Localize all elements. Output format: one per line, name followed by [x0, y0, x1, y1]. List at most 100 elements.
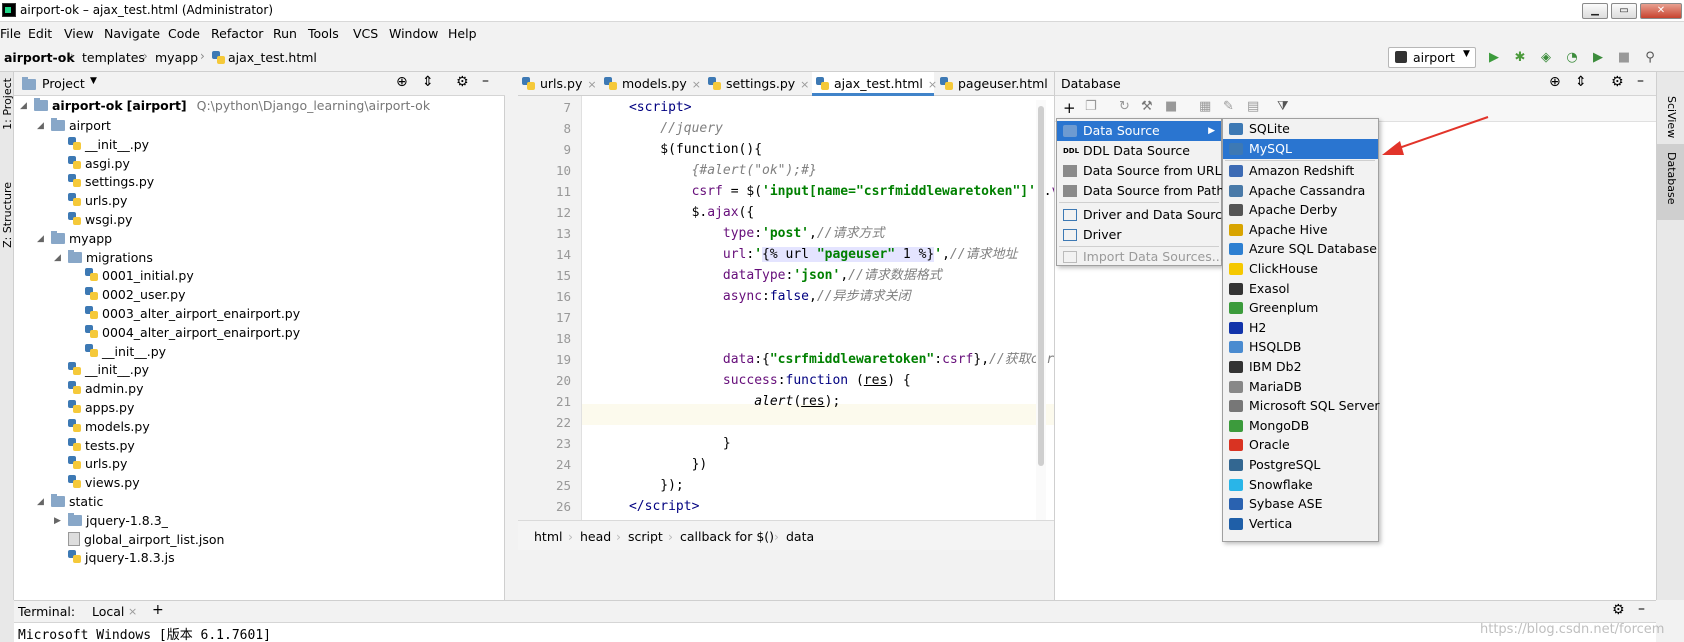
hide-panel-icon[interactable]: –: [1637, 73, 1644, 89]
locate-icon[interactable]: ⊕: [396, 74, 408, 90]
stop-icon[interactable]: ■: [1616, 50, 1632, 66]
submenu-item-greenplum[interactable]: Greenplum: [1223, 298, 1378, 318]
structure-tool-tab[interactable]: Z: Structure: [1, 182, 14, 248]
menu-refactor[interactable]: Refactor: [211, 26, 263, 41]
submenu-item-azure-sql-database[interactable]: Azure SQL Database: [1223, 239, 1378, 259]
filter-icon[interactable]: ⧩: [1277, 99, 1289, 114]
locate-icon[interactable]: ⊕: [1549, 74, 1561, 90]
close-tab-icon[interactable]: ×: [692, 78, 701, 91]
tree-item[interactable]: asgi.py: [54, 154, 130, 174]
tree-item[interactable]: ◢ migrations: [54, 248, 153, 268]
menu-item-driver-and-data-source[interactable]: Driver and Data Source: [1057, 205, 1230, 225]
submenu-item-apache-cassandra[interactable]: Apache Cassandra: [1223, 181, 1378, 201]
tree-item[interactable]: global_airport_list.json: [54, 530, 224, 550]
submenu-item-clickhouse[interactable]: ClickHouse: [1223, 259, 1378, 279]
menu-item-driver[interactable]: Driver: [1057, 225, 1221, 245]
menu-help[interactable]: Help: [448, 26, 477, 41]
tree-item[interactable]: __init__.py: [71, 342, 166, 362]
close-button[interactable]: ✕: [1640, 3, 1682, 19]
tree-item[interactable]: ◢ myapp: [37, 229, 112, 249]
run-configuration-select[interactable]: airport ▼: [1388, 47, 1476, 68]
menu-run[interactable]: Run: [273, 26, 297, 41]
profile-icon[interactable]: ◔: [1564, 50, 1580, 66]
tree-item[interactable]: 0004_alter_airport_enairport.py: [71, 323, 300, 343]
submenu-item-vertica[interactable]: Vertica: [1223, 514, 1378, 534]
menu-navigate[interactable]: Navigate: [104, 26, 160, 41]
tree-item[interactable]: admin.py: [54, 379, 143, 399]
menu-code[interactable]: Code: [168, 26, 200, 41]
breadcrumb-myapp[interactable]: myapp: [155, 50, 198, 65]
search-everywhere-icon[interactable]: ⚲: [1642, 50, 1658, 66]
submenu-item-ibm-db2[interactable]: IBM Db2: [1223, 357, 1378, 377]
console-icon[interactable]: ▤: [1247, 99, 1259, 114]
tab-models-py[interactable]: models.py ×: [600, 72, 704, 96]
tree-item[interactable]: wsgi.py: [54, 210, 132, 230]
submenu-item-exasol[interactable]: Exasol: [1223, 279, 1378, 299]
tree-item[interactable]: models.py: [54, 417, 150, 437]
editor-crumb-script[interactable]: script: [628, 529, 663, 544]
tree-item[interactable]: __init__.py: [54, 360, 149, 380]
tree-item[interactable]: ◢ airport: [37, 116, 111, 136]
expanded-arrow-icon[interactable]: ◢: [37, 492, 44, 512]
sciview-tool-tab[interactable]: SciView: [1665, 96, 1678, 138]
add-icon[interactable]: +: [1063, 99, 1076, 117]
tree-item[interactable]: views.py: [54, 473, 140, 493]
project-panel-title[interactable]: Project: [42, 76, 85, 91]
copy-icon[interactable]: ❐: [1085, 99, 1097, 114]
tree-item[interactable]: jquery-1.8.3.js: [54, 548, 175, 568]
menu-vcs[interactable]: VCS: [353, 26, 378, 41]
database-tool-tab[interactable]: Database: [1665, 152, 1678, 205]
expanded-arrow-icon[interactable]: ◢: [37, 229, 44, 249]
editor-crumb-html[interactable]: html: [534, 529, 562, 544]
close-tab-icon[interactable]: ×: [800, 78, 809, 91]
submenu-item-mysql[interactable]: MySQL: [1223, 139, 1378, 159]
debug-icon[interactable]: ✱: [1512, 50, 1528, 66]
table-icon[interactable]: ▦: [1199, 99, 1211, 114]
submenu-item-sqlite[interactable]: SQLite: [1223, 119, 1378, 139]
menu-edit[interactable]: Edit: [28, 26, 52, 41]
edit-icon[interactable]: ✎: [1223, 99, 1234, 114]
menu-item-data-source-url[interactable]: Data Source from URL: [1057, 161, 1222, 181]
collapsed-arrow-icon[interactable]: ▶: [54, 511, 61, 531]
submenu-item-snowflake[interactable]: Snowflake: [1223, 475, 1378, 495]
menu-tools[interactable]: Tools: [308, 26, 339, 41]
menu-window[interactable]: Window: [389, 26, 438, 41]
menu-item-data-source[interactable]: Data Source ▶: [1057, 121, 1221, 141]
menu-item-data-source-path[interactable]: Data Source from Path: [1057, 181, 1224, 201]
submenu-item-mariadb[interactable]: MariaDB: [1223, 377, 1378, 397]
hide-panel-icon[interactable]: –: [1638, 601, 1645, 617]
tab-pageuser-html[interactable]: pageuser.html×: [936, 72, 1062, 96]
tree-item[interactable]: 0001_initial.py: [71, 266, 194, 286]
submenu-item-apache-hive[interactable]: Apache Hive: [1223, 220, 1378, 240]
chevron-down-icon[interactable]: ▼: [90, 76, 97, 86]
close-tab-icon[interactable]: ×: [587, 78, 596, 91]
tree-item[interactable]: __init__.py: [54, 135, 149, 155]
expanded-arrow-icon[interactable]: ◢: [54, 248, 61, 268]
terminal-output[interactable]: Microsoft Windows [版本 6.1.7601]: [18, 624, 271, 642]
tree-item[interactable]: settings.py: [54, 172, 154, 192]
tree-item[interactable]: 0003_alter_airport_enairport.py: [71, 304, 300, 324]
breadcrumb-templates[interactable]: templates: [82, 50, 145, 65]
hide-panel-icon[interactable]: –: [482, 73, 489, 89]
collapse-all-icon[interactable]: ⇕: [1575, 74, 1587, 90]
tab-ajax-test-html[interactable]: ajax_test.html ×: [812, 72, 937, 96]
submenu-item-microsoft-sql-server[interactable]: Microsoft SQL Server: [1223, 396, 1380, 416]
collapse-all-icon[interactable]: ⇕: [422, 74, 434, 90]
menu-file[interactable]: File: [0, 26, 21, 41]
tab-urls-py[interactable]: urls.py ×: [518, 72, 600, 96]
tree-item[interactable]: ▶ jquery-1.8.3_: [54, 511, 168, 531]
breadcrumb-file[interactable]: ajax_test.html: [228, 50, 317, 65]
gear-icon[interactable]: ⚙: [1612, 602, 1625, 618]
new-terminal-icon[interactable]: +: [152, 602, 164, 618]
expanded-arrow-icon[interactable]: ◢: [37, 116, 44, 136]
tab-settings-py[interactable]: settings.py ×: [704, 72, 812, 96]
project-tool-tab[interactable]: 1: Project: [1, 78, 14, 130]
tree-item[interactable]: urls.py: [54, 191, 127, 211]
tree-item[interactable]: ◢ static: [37, 492, 103, 512]
submenu-item-apache-derby[interactable]: Apache Derby: [1223, 200, 1378, 220]
tree-item[interactable]: tests.py: [54, 436, 135, 456]
maximize-button[interactable]: ▭: [1611, 3, 1637, 19]
submenu-item-h2[interactable]: H2: [1223, 318, 1378, 338]
tree-root[interactable]: ◢ airport-ok [airport] Q:\python\Django_…: [20, 96, 430, 116]
submenu-item-amazon-redshift[interactable]: Amazon Redshift: [1223, 161, 1378, 181]
